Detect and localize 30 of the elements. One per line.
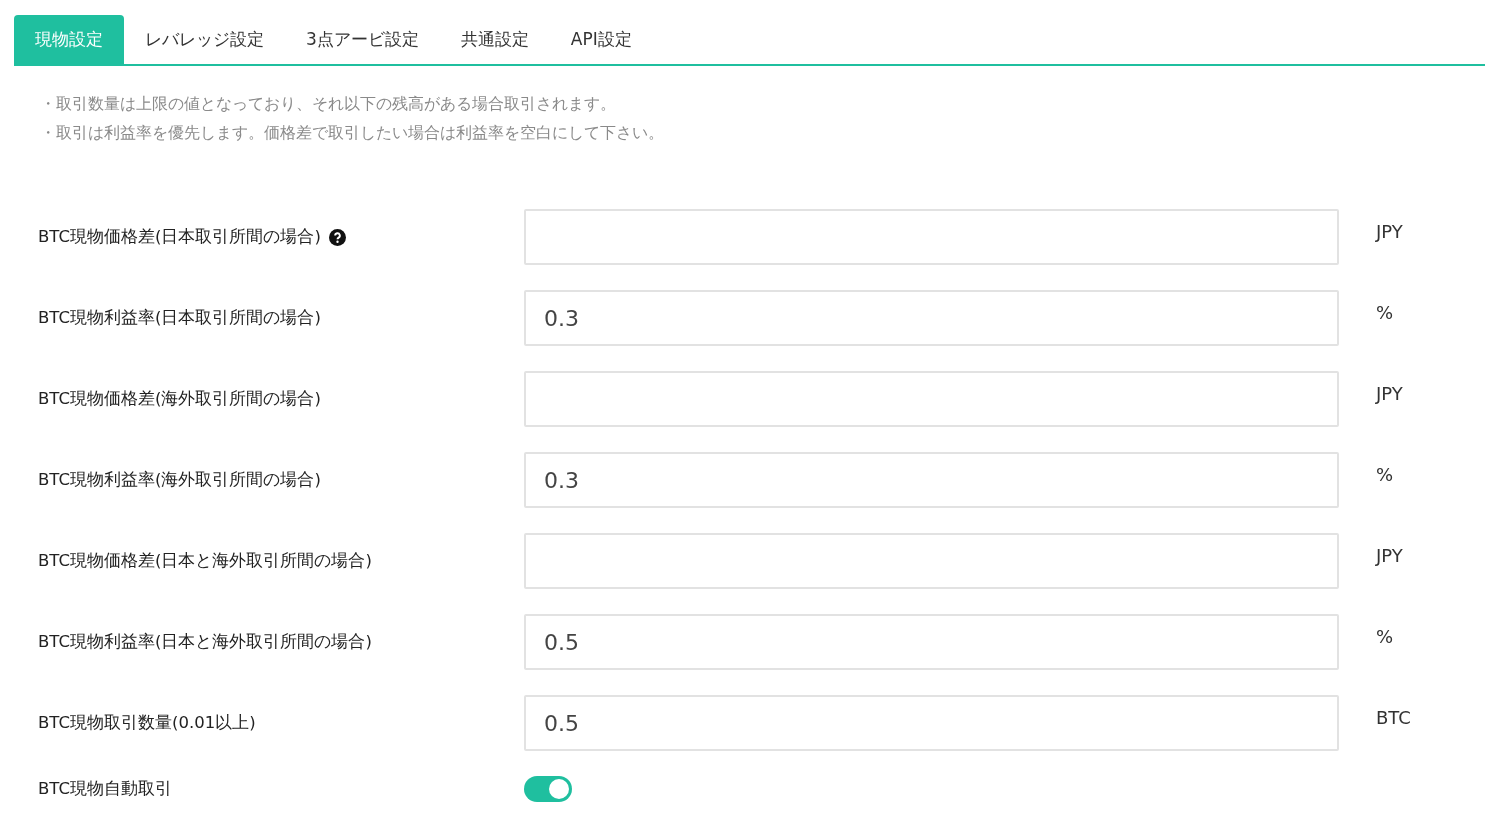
help-icon[interactable]	[328, 228, 346, 246]
settings-tab[interactable]: API設定	[549, 15, 653, 64]
field-label: BTC現物利益率(海外取引所間の場合)	[38, 469, 321, 491]
toggle-switch[interactable]	[524, 776, 572, 802]
field-label: BTC現物価格差(海外取引所間の場合)	[38, 388, 321, 410]
note-text: ・取引は利益率を優先します。価格差で取引したい場合は利益率を空白にして下さい。	[40, 122, 665, 144]
note-text: ・取引数量は上限の値となっており、それ以下の残高がある場合取引されます。	[40, 93, 617, 115]
input-field[interactable]: 0.5	[524, 695, 1339, 751]
input-field[interactable]: 0.3	[524, 452, 1339, 508]
input-field[interactable]: 0.3	[524, 290, 1339, 346]
settings-tab[interactable]: レバレッジ設定	[124, 15, 285, 64]
field-label: BTC現物自動取引	[38, 778, 172, 800]
unit-label: JPY	[1376, 382, 1404, 404]
field-label: BTC現物利益率(日本と海外取引所間の場合)	[38, 631, 372, 653]
field-label: BTC現物価格差(日本と海外取引所間の場合)	[38, 550, 372, 572]
settings-tab[interactable]: 共通設定	[439, 15, 550, 64]
field-label: BTC現物利益率(日本取引所間の場合)	[38, 307, 321, 329]
unit-label: BTC	[1376, 706, 1412, 728]
unit-label: %	[1376, 301, 1395, 323]
input-field[interactable]	[524, 533, 1339, 589]
settings-tab[interactable]: 3点アービ設定	[285, 15, 440, 64]
field-label: BTC現物価格差(日本取引所間の場合)	[38, 226, 321, 248]
input-field[interactable]: 0.5	[524, 614, 1339, 670]
unit-label: %	[1376, 463, 1395, 485]
unit-label: %	[1376, 625, 1395, 647]
unit-label: JPY	[1376, 220, 1404, 242]
unit-label: JPY	[1376, 544, 1404, 566]
field-label: BTC現物取引数量(0.01以上)	[38, 712, 256, 734]
input-field[interactable]	[524, 371, 1339, 427]
input-field[interactable]	[524, 209, 1339, 265]
